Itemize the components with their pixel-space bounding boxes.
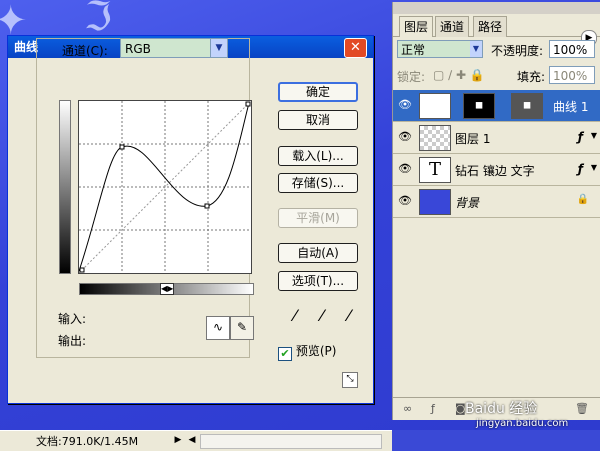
layer-row[interactable]: 👁 图层 1 ƒ ▼ <box>393 122 600 154</box>
layer-effects-icon[interactable]: ƒ <box>578 162 583 176</box>
cancel-button[interactable]: 取消 <box>278 110 358 130</box>
opacity-label: 不透明度: <box>491 44 544 58</box>
close-icon: ✕ <box>350 40 361 55</box>
blend-mode-value: 正常 <box>401 43 426 57</box>
opacity-input[interactable]: 100% <box>549 40 595 58</box>
curve-point[interactable] <box>79 267 85 273</box>
curves-adjustment-thumbnail: ▦ <box>419 93 451 119</box>
status-bar: 文档:791.0K/1.45M ▶ ◀ <box>0 430 392 451</box>
checkmark-icon: ✔ <box>278 347 292 361</box>
curve-graph[interactable] <box>78 100 252 274</box>
tab-paths[interactable]: 路径 <box>473 16 508 37</box>
eye-icon[interactable]: 👁 <box>397 98 413 112</box>
watermark-text: Baidu 经验 <box>465 401 538 417</box>
layer-thumbnail <box>419 125 451 151</box>
trash-icon[interactable]: 🗑 <box>575 398 589 420</box>
input-label: 输入: <box>58 312 87 326</box>
blend-mode-select[interactable]: 正常 ▼ <box>397 40 483 58</box>
layer-name: 钻石 镶边 文字 <box>455 164 535 178</box>
layer-effects-icon[interactable]: ƒ <box>578 130 583 144</box>
layer-row[interactable]: 👁 ▦ ◼ ◼ 曲线 1 <box>393 90 600 122</box>
chevron-down-icon: ▼ <box>210 39 227 57</box>
decorative-text-fragment: ℑ <box>84 0 112 40</box>
document-info: 文档:791.0K/1.45M <box>36 435 139 448</box>
curve-point[interactable] <box>119 144 125 150</box>
save-button[interactable]: 存储(S)... <box>278 173 358 193</box>
channel-select[interactable]: RGB ▼ <box>120 38 228 58</box>
layers-panel: 图层 通道 路径 ▶ 正常 ▼ 不透明度: 100% 锁定: ▢ ∕ ✚ 🔒 填… <box>392 2 600 420</box>
eye-icon[interactable]: 👁 <box>397 162 413 176</box>
load-button[interactable]: 载入(L)... <box>278 146 358 166</box>
white-eyedropper-icon[interactable]: ⁄ <box>340 305 358 327</box>
lock-icon: 🔒 <box>576 194 589 205</box>
layers-list: 👁 ▦ ◼ ◼ 曲线 1 👁 图层 1 ƒ ▼ 👁 T 钻石 镶边 文字 ƒ ▼… <box>393 90 600 218</box>
eye-icon[interactable]: 👁 <box>397 194 413 208</box>
expand-graph-icon[interactable]: ⤡ <box>342 372 358 388</box>
channel-value: RGB <box>125 42 151 56</box>
curve-point-tool[interactable]: ∿ <box>206 316 230 340</box>
options-button[interactable]: 选项(T)... <box>278 271 358 291</box>
eye-icon[interactable]: 👁 <box>397 130 413 144</box>
gray-eyedropper-icon[interactable]: ⁄ <box>313 305 331 327</box>
chevron-down-icon[interactable]: ▼ <box>591 131 597 140</box>
preview-label: 预览(P) <box>295 344 337 358</box>
channel-label: 通道(C): <box>62 44 108 58</box>
status-menu-arrow-icon[interactable]: ▶ <box>172 434 184 447</box>
link-icon[interactable]: ∞ <box>403 398 412 420</box>
watermark-url: jingyan.baidu.com <box>476 418 569 429</box>
mask-thumbnail: ◼ <box>511 93 543 119</box>
curve-point[interactable] <box>204 203 210 209</box>
layer-mask-thumbnail: ◼ <box>463 93 495 119</box>
curve-svg <box>78 100 252 274</box>
tab-channels[interactable]: 通道 <box>435 16 470 37</box>
chevron-down-icon: ▼ <box>470 41 482 57</box>
pencil-tool[interactable]: ✎ <box>230 316 254 340</box>
panel-titlebar[interactable] <box>393 2 600 14</box>
opacity-value: 100% <box>553 43 588 57</box>
curve-icon: ∿ <box>212 320 224 334</box>
input-gradient-bar: ◀▶ <box>79 283 254 295</box>
layer-name: 曲线 1 <box>553 100 589 114</box>
auto-button[interactable]: 自动(A) <box>278 243 358 263</box>
tab-layers[interactable]: 图层 <box>399 16 434 37</box>
fill-input[interactable]: 100% <box>549 66 595 84</box>
fill-value: 100% <box>553 69 588 83</box>
layer-style-icon[interactable]: ƒ <box>431 398 435 420</box>
ok-button[interactable]: 确定 <box>278 82 358 102</box>
preview-checkbox[interactable]: ✔ 预览(P) <box>278 342 336 361</box>
panel-tabs: 图层 通道 路径 ▶ <box>393 14 600 46</box>
output-label: 输出: <box>58 334 87 348</box>
text-layer-icon: T <box>419 157 451 183</box>
chevron-down-icon[interactable]: ▼ <box>591 163 597 172</box>
smooth-button[interactable]: 平滑(M) <box>278 208 358 228</box>
scroll-left-arrow-icon[interactable]: ◀ <box>186 434 198 447</box>
black-eyedropper-icon[interactable]: ⁄ <box>286 305 304 327</box>
fill-label: 填充: <box>517 70 546 84</box>
layer-row[interactable]: 👁 T 钻石 镶边 文字 ƒ ▼ <box>393 154 600 186</box>
curve-point[interactable] <box>245 101 251 107</box>
lock-label: 锁定: <box>397 70 426 84</box>
lock-row: 锁定: ▢ ∕ ✚ 🔒 填充: 100% <box>397 66 597 86</box>
layer-name: 图层 1 <box>455 132 491 146</box>
horizontal-scrollbar[interactable] <box>200 434 382 449</box>
gradient-toggle-icon[interactable]: ◀▶ <box>160 283 174 295</box>
background-thumbnail <box>419 189 451 215</box>
output-gradient-bar <box>59 100 71 274</box>
close-button[interactable]: ✕ <box>344 38 367 58</box>
layer-name: 背景 <box>455 196 480 210</box>
lock-icons[interactable]: ▢ ∕ ✚ 🔒 <box>433 68 485 82</box>
blend-row: 正常 ▼ 不透明度: 100% <box>397 40 597 60</box>
layer-row[interactable]: 👁 背景 🔒 <box>393 186 600 218</box>
pencil-icon: ✎ <box>236 320 248 334</box>
